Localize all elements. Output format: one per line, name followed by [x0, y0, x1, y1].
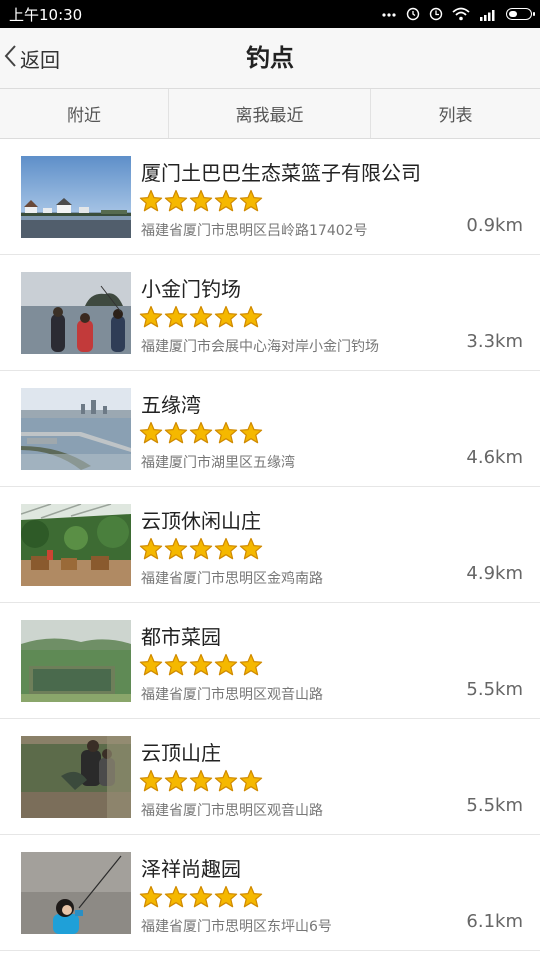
star-icon	[239, 769, 263, 797]
star-icon	[164, 885, 188, 913]
star-icon	[139, 769, 163, 797]
star-icon	[139, 421, 163, 449]
spot-address: 福建省厦门市思明区吕岭路17402号	[141, 223, 368, 239]
rating-stars	[139, 769, 263, 797]
star-icon	[214, 421, 238, 449]
status-time: 上午10:30	[9, 5, 83, 24]
spot-distance: 6.1km	[466, 911, 523, 932]
spot-name: 小金门钓场	[141, 277, 241, 301]
spot-thumbnail	[21, 620, 131, 702]
tab-bar: 附近 离我最近 列表	[0, 89, 540, 139]
spot-distance: 5.5km	[466, 679, 523, 700]
list-item[interactable]: 厦门土巴巴生态菜篮子有限公司 福建省厦门市思明区吕岭路17402号 0.9km	[0, 139, 540, 255]
battery-icon	[506, 8, 535, 20]
rating-stars	[139, 653, 263, 681]
star-icon	[139, 189, 163, 217]
spot-address: 福建厦门市湖里区五缘湾	[141, 455, 295, 471]
back-label: 返回	[20, 47, 60, 72]
star-icon	[189, 537, 213, 565]
star-icon	[239, 305, 263, 333]
spot-distance: 4.6km	[466, 447, 523, 468]
star-icon	[139, 305, 163, 333]
spot-address: 福建省厦门市思明区观音山路	[141, 803, 323, 819]
signal-icon	[479, 8, 497, 21]
clock-icon	[429, 7, 443, 21]
star-icon	[214, 305, 238, 333]
spot-distance: 5.5km	[466, 795, 523, 816]
star-icon	[214, 885, 238, 913]
star-icon	[189, 769, 213, 797]
rating-stars	[139, 421, 263, 449]
star-icon	[164, 421, 188, 449]
spot-distance: 0.9km	[466, 215, 523, 236]
spot-thumbnail	[21, 736, 131, 818]
star-icon	[214, 537, 238, 565]
page-title: 钓点	[246, 44, 294, 72]
star-icon	[164, 769, 188, 797]
spot-name: 云顶休闲山庄	[141, 509, 261, 533]
star-icon	[239, 653, 263, 681]
tab-list[interactable]: 列表	[371, 89, 540, 138]
star-icon	[189, 653, 213, 681]
spot-address: 福建厦门市会展中心海对岸小金门钓场	[141, 339, 379, 355]
spot-name: 云顶山庄	[141, 741, 221, 765]
chevron-left-icon	[4, 44, 18, 72]
spot-thumbnail	[21, 504, 131, 586]
spot-address: 福建省厦门市思明区东坪山6号	[141, 919, 332, 935]
tab-closest[interactable]: 离我最近	[169, 89, 371, 138]
list-item[interactable]: 云顶休闲山庄 福建省厦门市思明区金鸡南路 4.9km	[0, 487, 540, 603]
rating-stars	[139, 305, 263, 333]
alarm-icon	[406, 7, 420, 21]
star-icon	[139, 885, 163, 913]
star-icon	[164, 189, 188, 217]
spot-thumbnail	[21, 272, 131, 354]
star-icon	[139, 653, 163, 681]
list-item[interactable]: 小金门钓场 福建厦门市会展中心海对岸小金门钓场 3.3km	[0, 255, 540, 371]
star-icon	[164, 537, 188, 565]
star-icon	[164, 653, 188, 681]
star-icon	[239, 421, 263, 449]
status-icons	[381, 7, 535, 21]
spot-name: 五缘湾	[141, 393, 201, 417]
list-item[interactable]: 五缘湾 福建厦门市湖里区五缘湾 4.6km	[0, 371, 540, 487]
star-icon	[214, 189, 238, 217]
star-icon	[189, 885, 213, 913]
star-icon	[189, 189, 213, 217]
star-icon	[239, 189, 263, 217]
title-bar: 返回 钓点	[0, 28, 540, 89]
list-item[interactable]: 都市菜园 福建省厦门市思明区观音山路 5.5km	[0, 603, 540, 719]
list-item[interactable]: 云顶山庄 福建省厦门市思明区观音山路 5.5km	[0, 719, 540, 835]
spot-thumbnail	[21, 388, 131, 470]
spot-thumbnail	[21, 156, 131, 238]
list-item[interactable]: 泽祥尚趣园 福建省厦门市思明区东坪山6号 6.1km	[0, 835, 540, 951]
star-icon	[214, 653, 238, 681]
spot-name: 泽祥尚趣园	[141, 857, 241, 881]
wifi-icon	[452, 7, 470, 21]
spot-address: 福建省厦门市思明区金鸡南路	[141, 571, 323, 587]
dots-icon	[381, 9, 397, 19]
rating-stars	[139, 537, 263, 565]
star-icon	[214, 769, 238, 797]
spot-distance: 3.3km	[466, 331, 523, 352]
star-icon	[189, 421, 213, 449]
spot-thumbnail	[21, 852, 131, 934]
star-icon	[239, 537, 263, 565]
spot-address: 福建省厦门市思明区观音山路	[141, 687, 323, 703]
star-icon	[139, 537, 163, 565]
rating-stars	[139, 189, 263, 217]
status-bar: 上午10:30	[0, 0, 540, 28]
spot-name: 厦门土巴巴生态菜篮子有限公司	[141, 161, 421, 185]
spot-distance: 4.9km	[466, 563, 523, 584]
star-icon	[189, 305, 213, 333]
tab-nearby[interactable]: 附近	[0, 89, 169, 138]
back-button[interactable]: 返回	[4, 38, 60, 78]
spot-name: 都市菜园	[141, 625, 221, 649]
rating-stars	[139, 885, 263, 913]
star-icon	[164, 305, 188, 333]
fishing-spot-list: 厦门土巴巴生态菜篮子有限公司 福建省厦门市思明区吕岭路17402号 0.9km …	[0, 139, 540, 951]
star-icon	[239, 885, 263, 913]
